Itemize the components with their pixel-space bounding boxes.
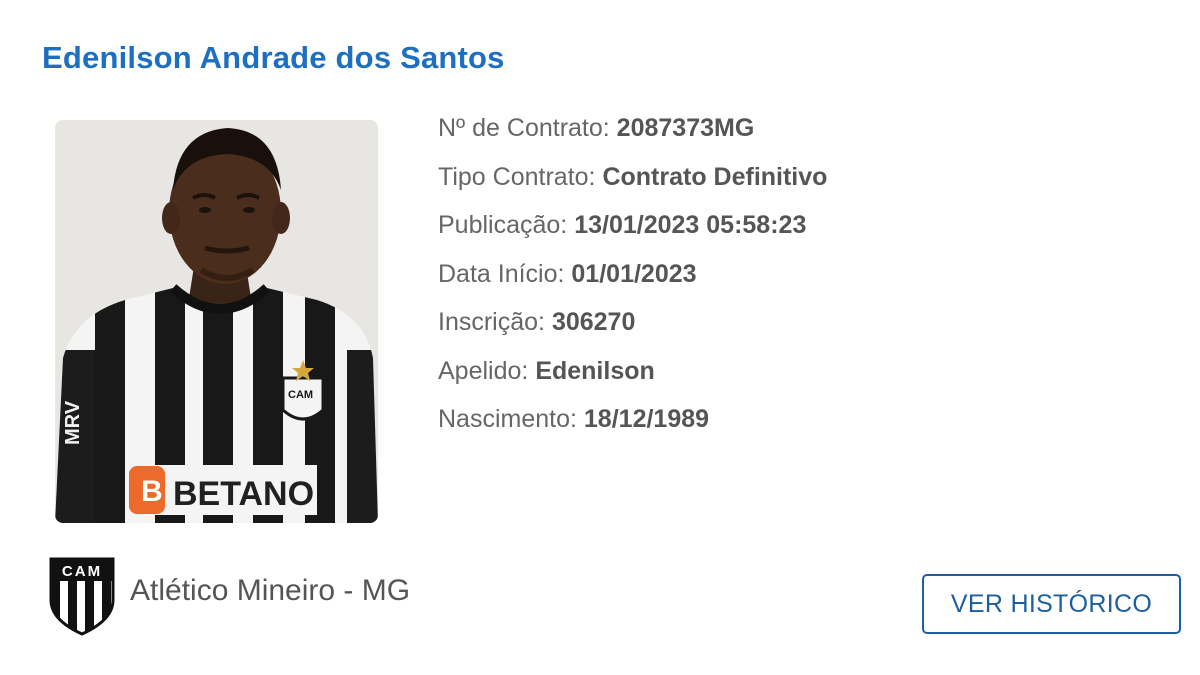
club-crest-icon: CAM [49, 557, 115, 636]
detail-nickname: Apelido: Edenilson [438, 352, 827, 401]
contract-card: Edenilson Andrade dos Santos B BETANO CA… [0, 0, 1200, 675]
detail-label: Apelido: [438, 356, 529, 385]
detail-value: 18/12/1989 [583, 405, 710, 433]
contract-details: Nº de Contrato: 2087373MG Tipo Contrato:… [438, 109, 827, 449]
jersey-sponsor: BETANO [173, 475, 314, 513]
detail-value: 2087373MG [616, 114, 755, 142]
detail-start-date: Data Início: 01/01/2023 [438, 255, 827, 304]
detail-label: Inscrição: [438, 308, 545, 336]
player-photo: B BETANO CAM MRV [55, 120, 378, 523]
view-history-button[interactable]: VER HISTÓRICO [922, 574, 1181, 634]
detail-label: Nascimento: [438, 405, 577, 433]
detail-label: Nº de Contrato: [438, 114, 610, 142]
jersey-crest: CAM [288, 389, 313, 401]
detail-value: 306270 [551, 308, 636, 336]
detail-value: 01/01/2023 [571, 259, 697, 288]
detail-contract-number: Nº de Contrato: 2087373MG [438, 109, 827, 158]
club-name: Atlético Mineiro - MG [130, 574, 411, 607]
detail-value: 13/01/2023 05:58:23 [574, 211, 807, 239]
detail-publication: Publicação: 13/01/2023 05:58:23 [438, 206, 827, 255]
sleeve-sponsor: MRV [62, 400, 84, 445]
detail-value: Edenilson [535, 356, 655, 385]
club-crest-text: CAM [62, 563, 102, 580]
detail-birth-date: Nascimento: 18/12/1989 [438, 400, 827, 449]
detail-contract-type: Tipo Contrato: Contrato Definitivo [438, 158, 827, 207]
club-info: CAM Atlético Mineiro - MG [48, 556, 410, 636]
detail-label: Publicação: [438, 211, 568, 239]
detail-label: Data Início: [438, 259, 565, 288]
detail-registration: Inscrição: 306270 [438, 303, 827, 352]
player-name: Edenilson Andrade dos Santos [42, 40, 505, 75]
svg-text:B: B [141, 475, 163, 508]
detail-value: Contrato Definitivo [602, 162, 828, 191]
detail-label: Tipo Contrato: [438, 162, 596, 191]
